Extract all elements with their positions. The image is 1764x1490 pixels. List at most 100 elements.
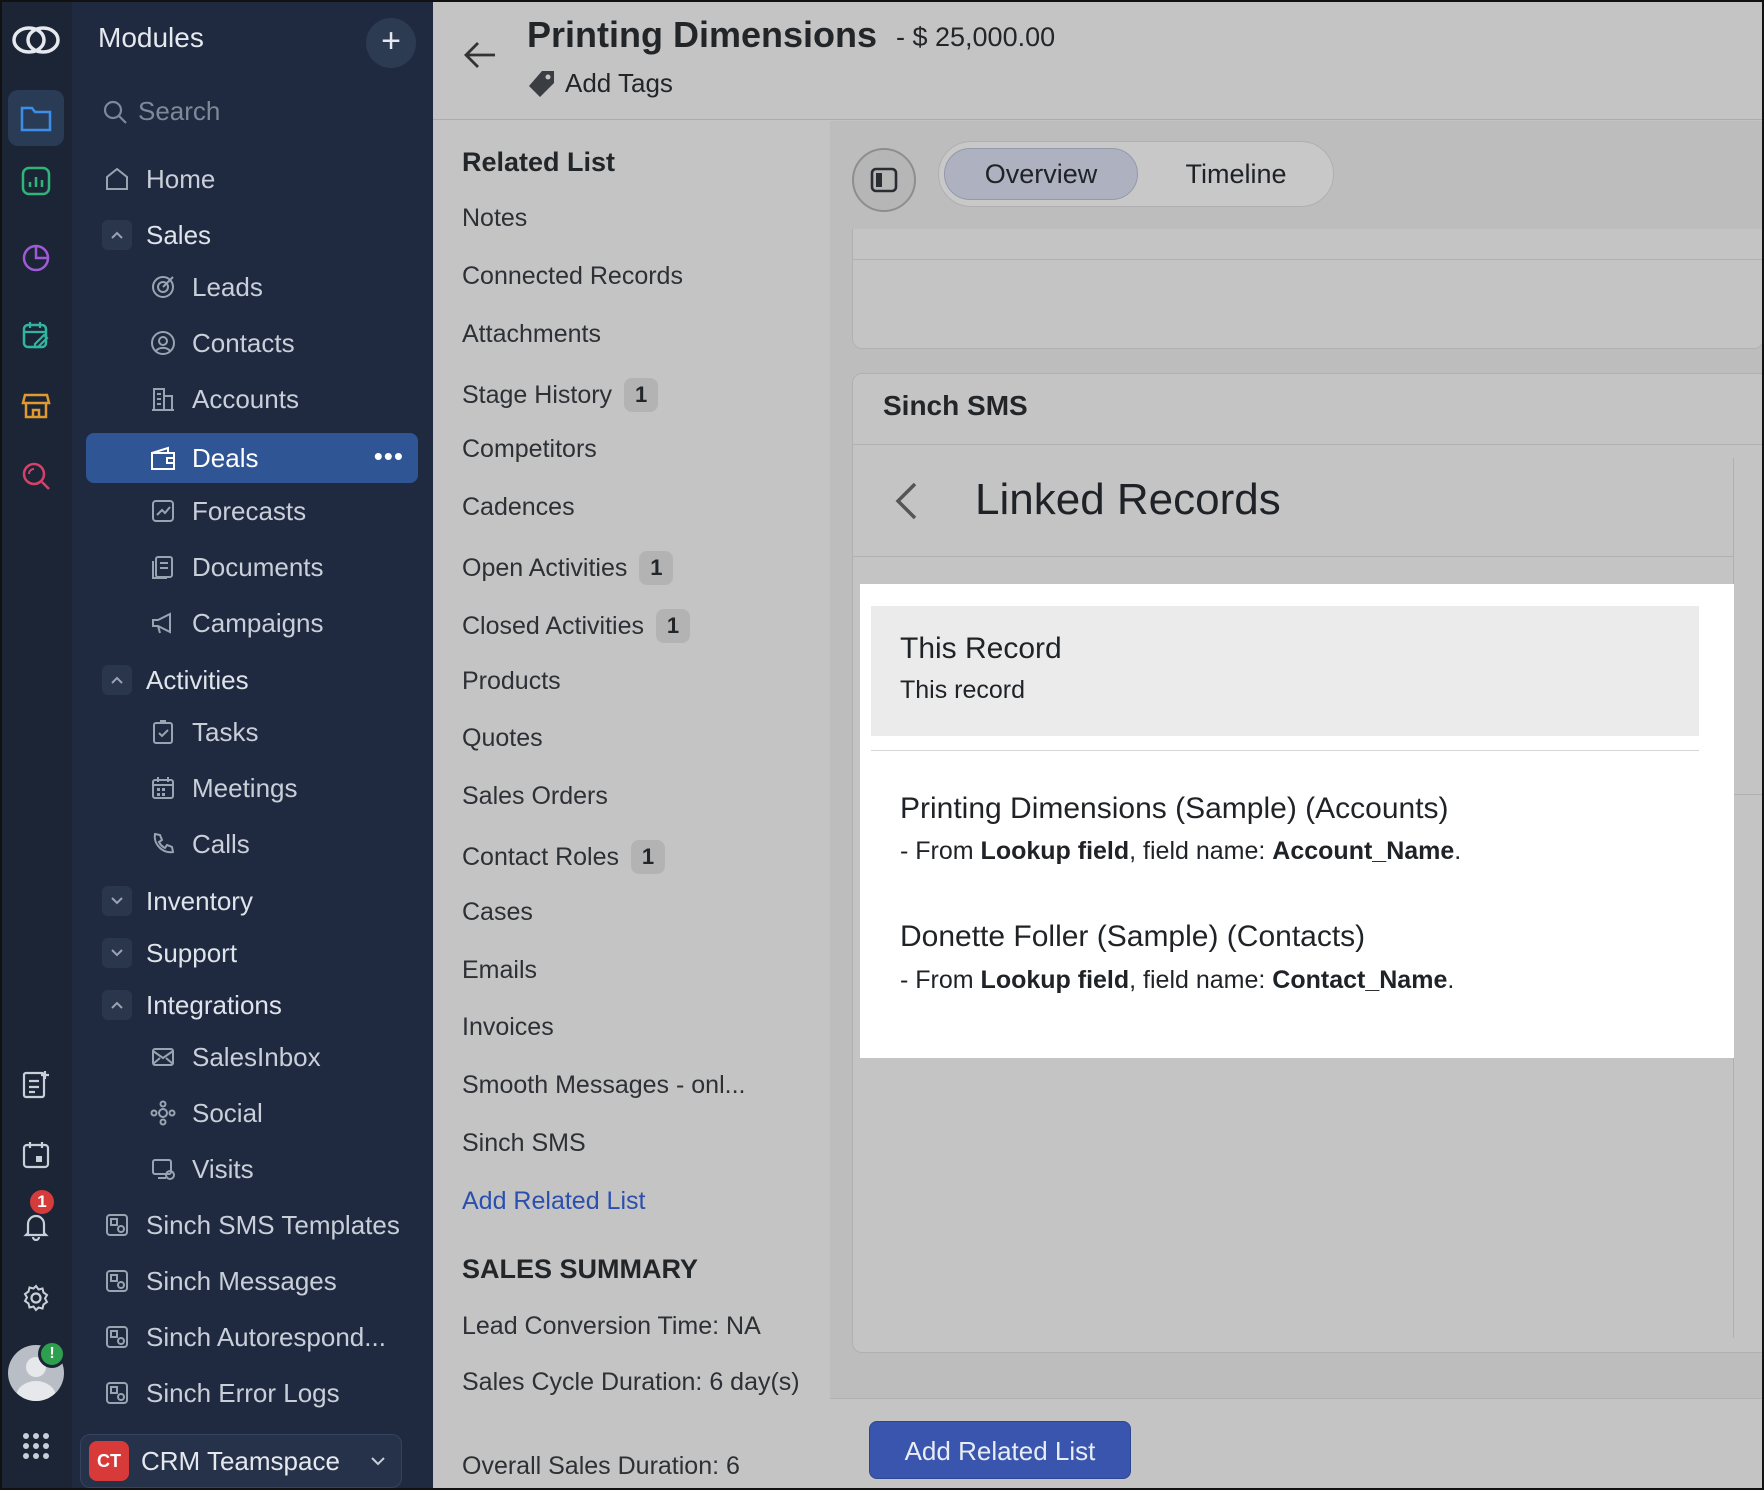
- sidebar-group-sales[interactable]: Sales: [86, 210, 418, 260]
- source-mid: , field name:: [1129, 966, 1273, 994]
- search-analytics-icon[interactable]: [8, 448, 64, 504]
- sales-cycle-duration: Sales Cycle Duration: 6 day(s): [462, 1368, 800, 1396]
- store-icon[interactable]: [8, 378, 64, 434]
- sidebar-item-calls[interactable]: Calls: [86, 819, 418, 869]
- wallet-icon: [148, 443, 178, 473]
- tab-overview[interactable]: Overview: [944, 148, 1138, 200]
- this-record-item[interactable]: This Record This record: [871, 606, 1699, 736]
- sidebar-item-tasks[interactable]: Tasks: [86, 707, 418, 757]
- sidebar-item-sinch-autorespond[interactable]: Sinch Autorespond...: [86, 1312, 418, 1362]
- chevron-down-icon: [371, 1457, 385, 1466]
- sidebar-item-sinch-error-logs[interactable]: Sinch Error Logs: [86, 1368, 418, 1418]
- add-related-list-link[interactable]: Add Related List: [462, 1187, 645, 1216]
- sidebar-item-campaigns[interactable]: Campaigns: [86, 598, 418, 648]
- related-item-sinch-sms[interactable]: Sinch SMS: [462, 1129, 586, 1158]
- toggle-sidebar-button[interactable]: [852, 148, 916, 212]
- sidebar-group-label: Activities: [146, 664, 249, 695]
- related-item-open-activities[interactable]: Open Activities 1: [462, 551, 674, 585]
- home-icon: [102, 164, 132, 194]
- sidebar-item-forecasts[interactable]: Forecasts: [86, 486, 418, 536]
- chevron-down-icon: [102, 938, 132, 968]
- more-options-icon[interactable]: •••: [374, 441, 404, 472]
- related-item-products[interactable]: Products: [462, 667, 561, 696]
- social-network-icon: [148, 1098, 178, 1128]
- analytics-icon[interactable]: [8, 153, 64, 209]
- folder-icon[interactable]: [8, 90, 64, 146]
- sidebar-group-activities[interactable]: Activities: [86, 655, 418, 705]
- add-related-list-button[interactable]: Add Related List: [869, 1421, 1131, 1479]
- tab-timeline[interactable]: Timeline: [1151, 148, 1321, 200]
- sidebar-item-label: Campaigns: [192, 607, 324, 638]
- related-item-label: Emails: [462, 956, 538, 984]
- source-prefix: - From: [900, 837, 981, 865]
- related-item-label: Sinch SMS: [462, 1129, 586, 1157]
- related-item-sales-orders[interactable]: Sales Orders: [462, 782, 608, 811]
- apps-grid-icon[interactable]: [8, 1418, 64, 1474]
- notes-add-icon[interactable]: [8, 1056, 64, 1112]
- sidebar-item-sinch-sms-templates[interactable]: Sinch SMS Templates: [86, 1200, 418, 1250]
- icon-rail: 1 !: [0, 0, 72, 1490]
- megaphone-icon: [148, 608, 178, 638]
- sidebar-item-meetings[interactable]: Meetings: [86, 763, 418, 813]
- related-item-label: Products: [462, 667, 561, 695]
- back-arrow-icon[interactable]: [463, 40, 497, 70]
- sidebar-item-home[interactable]: Home: [86, 154, 418, 204]
- sidebar-item-accounts[interactable]: Accounts: [86, 374, 418, 424]
- related-item-emails[interactable]: Emails: [462, 956, 537, 985]
- sidebar-item-contacts[interactable]: Contacts: [86, 318, 418, 368]
- sidebar-group-inventory[interactable]: Inventory: [86, 876, 418, 926]
- chevron-left-icon[interactable]: [893, 481, 919, 521]
- sidebar-group-label: Integrations: [146, 989, 282, 1020]
- related-item-smooth-messages[interactable]: Smooth Messages - onl...: [462, 1071, 745, 1100]
- pie-chart-icon[interactable]: [8, 230, 64, 286]
- custom-module-icon: [102, 1322, 132, 1352]
- modules-sidebar: Modules + Search Home Sales Leads Contac…: [72, 0, 433, 1490]
- related-item-invoices[interactable]: Invoices: [462, 1013, 554, 1042]
- related-item-connected-records[interactable]: Connected Records: [462, 262, 683, 291]
- related-list-heading: Related List: [462, 147, 616, 177]
- teamspace-label: CRM Teamspace: [141, 1445, 340, 1476]
- related-item-attachments[interactable]: Attachments: [462, 320, 601, 349]
- sidebar-item-social[interactable]: Social: [86, 1088, 418, 1138]
- related-item-label: Smooth Messages - onl...: [462, 1071, 746, 1099]
- linked-record-title[interactable]: Donette Foller (Sample) (Contacts): [900, 920, 1365, 954]
- zoho-crm-logo-icon[interactable]: [8, 14, 64, 66]
- related-item-stage-history[interactable]: Stage History 1: [462, 378, 659, 412]
- related-item-cadences[interactable]: Cadences: [462, 493, 575, 522]
- calendar-icon[interactable]: [8, 1127, 64, 1183]
- calendar-edit-icon[interactable]: [8, 307, 64, 363]
- related-item-label: Quotes: [462, 724, 543, 752]
- sidebar-item-sinch-messages[interactable]: Sinch Messages: [86, 1256, 418, 1306]
- sidebar-item-deals[interactable]: Deals •••: [86, 433, 418, 483]
- teamspace-switcher[interactable]: CT CRM Teamspace: [80, 1434, 402, 1488]
- record-header: Printing Dimensions - $ 25,000.00 Add Ta…: [433, 0, 1764, 120]
- count-badge: 1: [631, 840, 666, 874]
- module-search[interactable]: Search: [102, 96, 220, 127]
- settings-gear-icon[interactable]: [8, 1270, 64, 1326]
- linked-records-header: Linked Records: [853, 445, 1733, 557]
- sidebar-item-visits[interactable]: Visits: [86, 1144, 418, 1194]
- linked-record-title[interactable]: Printing Dimensions (Sample) (Accounts): [900, 792, 1449, 826]
- sidebar-item-leads[interactable]: Leads: [86, 262, 418, 312]
- sidebar-item-salesinbox[interactable]: SalesInbox: [86, 1032, 418, 1082]
- add-module-button[interactable]: +: [366, 18, 416, 68]
- related-item-notes[interactable]: Notes: [462, 204, 527, 233]
- related-item-competitors[interactable]: Competitors: [462, 435, 597, 464]
- record-subtitle: This record: [900, 676, 1026, 704]
- linked-records-title: Linked Records: [975, 475, 1281, 524]
- related-item-quotes[interactable]: Quotes: [462, 724, 543, 753]
- related-item-contact-roles[interactable]: Contact Roles 1: [462, 840, 666, 874]
- add-tags-button[interactable]: Add Tags: [527, 68, 673, 99]
- view-tabs: Overview Timeline: [938, 141, 1334, 207]
- sidebar-group-support[interactable]: Support: [86, 928, 418, 978]
- related-item-closed-activities[interactable]: Closed Activities 1: [462, 609, 691, 643]
- field-name: Contact_Name: [1272, 966, 1448, 994]
- sidebar-group-integrations[interactable]: Integrations: [86, 980, 418, 1030]
- sidebar-item-documents[interactable]: Documents: [86, 542, 418, 592]
- sidebar-group-label: Support: [146, 937, 238, 968]
- related-item-cases[interactable]: Cases: [462, 898, 533, 927]
- sidebar-item-label: Deals: [192, 442, 259, 473]
- custom-module-icon: [102, 1378, 132, 1408]
- count-badge: 1: [624, 378, 659, 412]
- related-item-label: Cases: [462, 898, 533, 926]
